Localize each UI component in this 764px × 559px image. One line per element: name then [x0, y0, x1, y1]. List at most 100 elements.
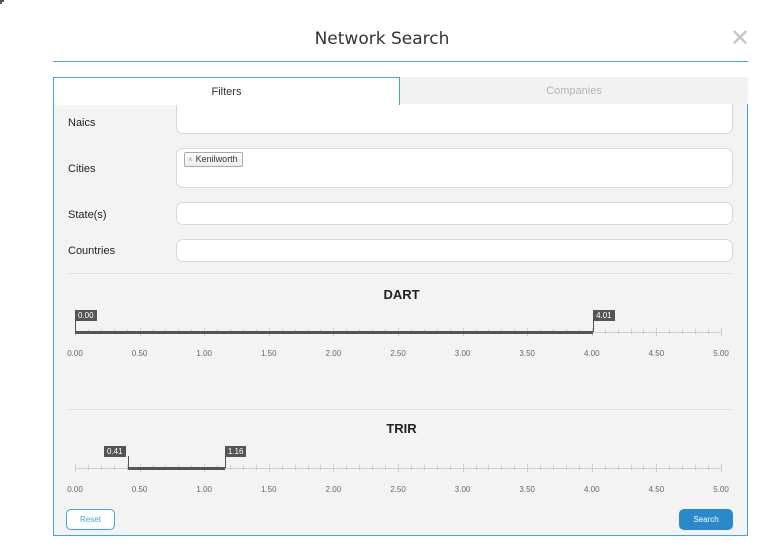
trir-tick [721, 464, 722, 472]
trir-tick [255, 465, 257, 470]
trir-tick [87, 465, 89, 470]
trir-tick [385, 465, 387, 470]
trir-high-value: 1.16 [224, 446, 247, 457]
dart-tick [682, 329, 684, 334]
dart-tick-label: 1.50 [261, 349, 277, 358]
trir-low-value: 0.41 [103, 446, 126, 457]
dart-tick-label: 3.50 [519, 349, 535, 358]
dart-tick-label: 4.00 [584, 349, 600, 358]
countries-input[interactable] [176, 239, 733, 262]
trir-tick [695, 465, 697, 470]
tab-bar: Filters Companies [53, 77, 748, 105]
trir-tick-label: 4.00 [584, 485, 600, 494]
trir-tick [333, 464, 335, 472]
trir-tick [307, 465, 309, 470]
dart-tick [721, 328, 722, 336]
trir-tick [617, 465, 619, 470]
city-chip-label: Kenilworth [195, 154, 238, 164]
tab-companies[interactable]: Companies [400, 77, 748, 105]
dart-high-value: 4.01 [593, 310, 615, 321]
states-label: State(s) [68, 209, 107, 221]
trir-tick [656, 464, 658, 472]
countries-label: Countries [68, 245, 116, 257]
trir-tick [527, 464, 529, 472]
trir-tick-label: 0.50 [131, 485, 148, 494]
dart-high-handle[interactable] [593, 320, 595, 332]
trir-tick [113, 465, 115, 470]
window-corner [0, 0, 4, 4]
trir-tick [281, 465, 283, 470]
trir-low-handle[interactable] [127, 456, 129, 468]
naics-input[interactable] [176, 104, 733, 134]
dart-tick [695, 329, 697, 334]
trir-selected-range [127, 467, 225, 470]
trir-tick [462, 464, 464, 472]
trir-tick [423, 465, 425, 470]
dart-tick-label: 3.00 [454, 349, 471, 358]
city-chip: × Kenilworth [184, 152, 243, 167]
dart-slider[interactable]: 0.00 0.50 1.00 1.50 2.00 2.50 3.00 3.50 4.00 4.50… [54, 304, 747, 364]
trir-tick [488, 465, 490, 470]
trir-tick [565, 465, 567, 470]
naics-label: Naics [68, 117, 96, 129]
filters-panel: Naics Cities × Kenilworth State(s) Countr… [53, 104, 748, 536]
trir-tick-label: 5.00 [713, 485, 729, 494]
trir-tick [436, 465, 438, 470]
trir-tick [268, 464, 270, 472]
trir-tick [604, 465, 606, 470]
trir-tick [410, 465, 412, 470]
modal-title: Network Search [314, 29, 450, 49]
dart-tick-label: 1.00 [196, 349, 212, 358]
dart-tick-label: 5.00 [713, 349, 729, 358]
trir-tick [514, 465, 516, 470]
tab-filters[interactable]: Filters [53, 77, 400, 105]
dart-tick [708, 329, 710, 334]
dart-low-value: 0.00 [75, 310, 97, 321]
dart-tick-label: 0.50 [131, 349, 148, 358]
trir-tick [320, 465, 322, 470]
dart-tick [617, 329, 619, 334]
trir-tick [643, 465, 645, 470]
trir-tick [591, 464, 593, 472]
trir-tick-label: 0.00 [67, 485, 83, 494]
dart-tick [669, 329, 671, 334]
trir-tick [540, 465, 542, 470]
trir-tick [501, 465, 503, 470]
trir-tick-label: 2.00 [325, 485, 342, 494]
trir-tick [230, 465, 232, 470]
trir-tick [578, 465, 580, 470]
trir-tick-label: 1.50 [261, 485, 277, 494]
dart-tick [604, 329, 606, 334]
trir-tick-label: 1.00 [196, 485, 212, 494]
trir-tick-label: 2.50 [390, 485, 406, 494]
cities-label: Cities [68, 163, 96, 175]
trir-tick [553, 465, 555, 470]
trir-tick [346, 465, 348, 470]
section-divider [68, 273, 733, 274]
trir-high-handle[interactable] [224, 456, 226, 468]
section-divider-2 [68, 409, 733, 410]
trir-tick [372, 465, 374, 470]
states-input[interactable] [176, 202, 733, 225]
reset-button[interactable]: Reset [66, 509, 115, 530]
chip-remove-icon[interactable]: × [188, 155, 193, 164]
dart-low-handle[interactable] [75, 320, 76, 332]
trir-tick [100, 465, 102, 470]
dart-tick [643, 329, 645, 334]
dart-tick [656, 328, 658, 336]
title-divider [53, 61, 748, 62]
trir-tick-label: 4.50 [648, 485, 665, 494]
trir-tick-label: 3.00 [454, 485, 471, 494]
trir-tick [630, 465, 632, 470]
cities-input[interactable]: × Kenilworth [176, 148, 733, 188]
trir-tick [398, 464, 399, 472]
trir-tick [682, 465, 684, 470]
dart-tick-label: 0.00 [67, 349, 83, 358]
close-icon[interactable]: ✕ [728, 27, 752, 51]
trir-tick [449, 465, 451, 470]
dart-selected-range [75, 331, 594, 334]
trir-tick [708, 465, 710, 470]
search-button[interactable]: Search [679, 509, 733, 530]
trir-slider[interactable]: 0.00 0.50 1.00 1.50 2.00 2.50 3.00 3.50 4.00 4.50… [54, 440, 747, 500]
trir-tick [75, 464, 76, 472]
